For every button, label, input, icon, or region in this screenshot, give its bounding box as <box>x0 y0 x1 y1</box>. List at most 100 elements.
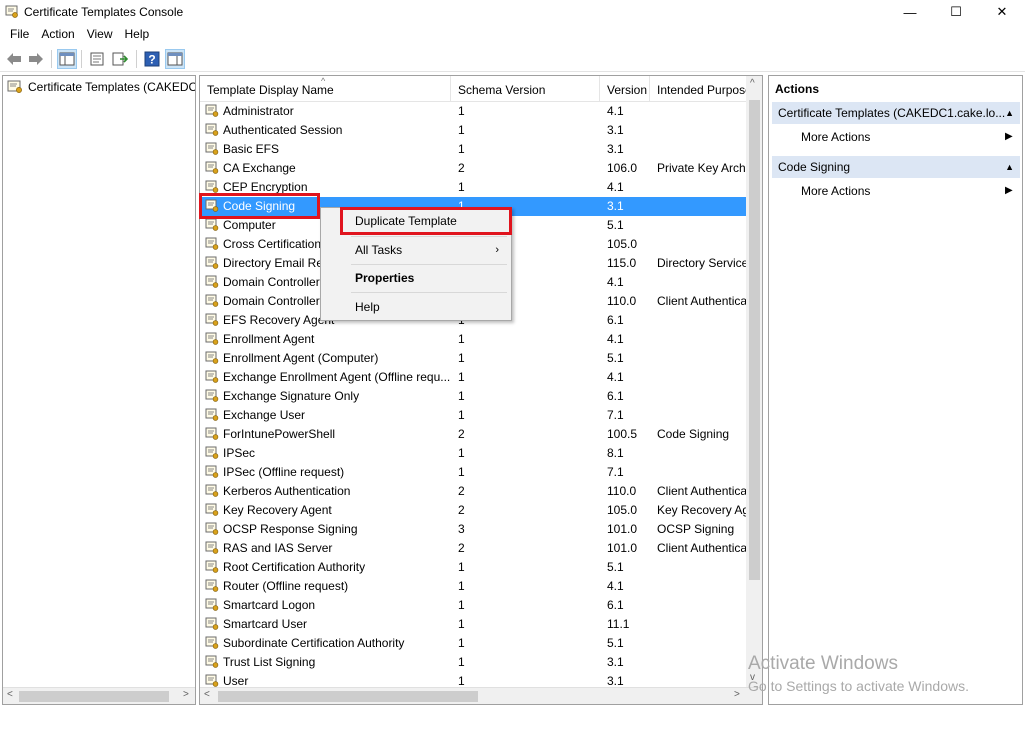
schema-version: 1 <box>458 180 465 194</box>
help-button[interactable]: ? <box>142 49 162 69</box>
template-version: 6.1 <box>607 313 624 327</box>
table-row[interactable]: Exchange Enrollment Agent (Offline requ.… <box>200 368 746 387</box>
scroll-thumb[interactable] <box>19 691 169 702</box>
minimize-button[interactable]: — <box>887 0 933 24</box>
table-row[interactable]: Kerberos Authentication 2 110.0 Client Auth… <box>200 482 746 501</box>
table-row[interactable]: Key Recovery Agent 2 105.0 Key Recovery Ag <box>200 501 746 520</box>
template-name: Enrollment Agent (Computer) <box>223 351 379 365</box>
table-row[interactable]: Smartcard Logon 1 6.1 <box>200 596 746 615</box>
list-vertical-scrollbar[interactable]: ^ v <box>746 76 762 688</box>
intended-purpose: Directory Service <box>657 256 746 270</box>
actions-section-certificate-templates[interactable]: Certificate Templates (CAKEDC1.cake.lo..… <box>772 102 1020 124</box>
menu-help[interactable]: Help <box>119 24 156 44</box>
table-row[interactable]: Enrollment Agent (Computer) 1 5.1 <box>200 349 746 368</box>
table-row[interactable]: OCSP Response Signing 3 101.0 OCSP Signing <box>200 520 746 539</box>
column-header-intended-purpose[interactable]: Intended Purpose <box>650 76 746 102</box>
forward-arrow-icon <box>29 53 43 65</box>
certificate-template-icon <box>205 180 219 194</box>
more-actions-templates[interactable]: More Actions <box>801 130 870 144</box>
column-header-version[interactable]: Version <box>600 76 650 102</box>
table-row[interactable]: Trust List Signing 1 3.1 <box>200 653 746 672</box>
more-actions-code-signing[interactable]: More Actions <box>801 184 870 198</box>
template-version: 8.1 <box>607 446 624 460</box>
menu-item-properties[interactable]: Properties <box>321 266 511 290</box>
sort-ascending-icon: ^ <box>321 76 326 86</box>
schema-version: 2 <box>458 541 465 555</box>
scroll-right-arrow[interactable]: > <box>183 689 189 700</box>
template-version: 11.1 <box>607 617 630 631</box>
scroll-left-arrow[interactable]: < <box>204 689 210 700</box>
certificate-template-icon <box>205 104 219 118</box>
certificate-template-icon <box>205 294 219 308</box>
certificate-template-icon <box>205 598 219 612</box>
certificate-template-icon <box>205 522 219 536</box>
actions-section-code-signing[interactable]: Code Signing ▲ <box>772 156 1020 178</box>
close-button[interactable]: ✕ <box>979 0 1025 24</box>
certificate-template-icon <box>205 655 219 669</box>
table-row[interactable]: Administrator 1 4.1 <box>200 102 746 121</box>
template-version: 4.1 <box>607 104 624 118</box>
scroll-right-arrow[interactable]: > <box>734 689 740 700</box>
template-name: CA Exchange <box>223 161 296 175</box>
certificate-template-icon <box>205 351 219 365</box>
menu-action[interactable]: Action <box>35 24 80 44</box>
table-row[interactable]: Subordinate Certification Authority 1 5.1 <box>200 634 746 653</box>
menu-file[interactable]: File <box>4 24 35 44</box>
table-row[interactable]: ForIntunePowerShell 2 100.5 Code Signing <box>200 425 746 444</box>
template-version: 4.1 <box>607 579 624 593</box>
schema-version: 1 <box>458 579 465 593</box>
collapse-icon[interactable]: ▲ <box>1005 156 1014 178</box>
list-horizontal-scrollbar[interactable]: < > <box>200 687 762 704</box>
column-header-schema-version[interactable]: Schema Version <box>451 76 600 102</box>
table-row[interactable]: CA Exchange 2 106.0 Private Key Archi <box>200 159 746 178</box>
help-icon: ? <box>144 51 160 67</box>
menu-view[interactable]: View <box>81 24 119 44</box>
back-button[interactable] <box>4 49 24 69</box>
certificate-template-icon <box>205 560 219 574</box>
template-version: 106.0 <box>607 161 638 175</box>
scroll-thumb[interactable] <box>218 691 478 702</box>
table-row[interactable]: RAS and IAS Server 2 101.0 Client Authentic… <box>200 539 746 558</box>
show-console-tree-button[interactable] <box>57 49 77 69</box>
show-action-pane-button[interactable] <box>165 49 185 69</box>
column-header-display-name[interactable]: ^ Template Display Name <box>200 76 451 102</box>
menu-item-help[interactable]: Help <box>321 295 511 319</box>
properties-button[interactable] <box>87 49 107 69</box>
export-list-icon <box>112 52 128 66</box>
table-row[interactable]: Root Certification Authority 1 5.1 <box>200 558 746 577</box>
tree-item-certificate-templates[interactable]: Certificate Templates (CAKEDC1 <box>7 80 195 94</box>
menu-item-all-tasks[interactable]: All Tasks › <box>321 238 511 262</box>
intended-purpose <box>657 596 746 615</box>
template-name: OCSP Response Signing <box>223 522 358 536</box>
table-row[interactable]: Authenticated Session 1 3.1 <box>200 121 746 140</box>
tree-horizontal-scrollbar[interactable]: < > <box>3 687 195 704</box>
scroll-left-arrow[interactable]: < <box>7 689 13 700</box>
collapse-icon[interactable]: ▲ <box>1005 102 1014 124</box>
table-row[interactable]: Smartcard User 1 11.1 <box>200 615 746 634</box>
intended-purpose <box>657 406 746 425</box>
template-version: 101.0 <box>607 541 638 555</box>
template-version: 5.1 <box>607 560 624 574</box>
table-row[interactable]: IPSec 1 8.1 <box>200 444 746 463</box>
table-row[interactable]: Enrollment Agent 1 4.1 <box>200 330 746 349</box>
schema-version: 1 <box>458 617 465 631</box>
table-row[interactable]: Exchange User 1 7.1 <box>200 406 746 425</box>
template-name: Root Certification Authority <box>223 560 366 574</box>
template-version: 7.1 <box>607 465 624 479</box>
intended-purpose <box>657 615 746 634</box>
template-version: 3.1 <box>607 123 624 137</box>
table-row[interactable]: Exchange Signature Only 1 6.1 <box>200 387 746 406</box>
intended-purpose <box>657 140 746 159</box>
menu-bar: File Action View Help <box>0 24 1025 44</box>
forward-button[interactable] <box>26 49 46 69</box>
template-version: 110.0 <box>607 294 637 308</box>
template-version: 4.1 <box>607 370 624 384</box>
intended-purpose: OCSP Signing <box>657 522 735 536</box>
scroll-up-arrow[interactable]: ^ <box>750 78 755 89</box>
export-list-button[interactable] <box>110 49 130 69</box>
scroll-thumb[interactable] <box>749 100 760 580</box>
table-row[interactable]: Router (Offline request) 1 4.1 <box>200 577 746 596</box>
table-row[interactable]: Basic EFS 1 3.1 <box>200 140 746 159</box>
maximize-button[interactable]: ☐ <box>933 0 979 24</box>
table-row[interactable]: IPSec (Offline request) 1 7.1 <box>200 463 746 482</box>
